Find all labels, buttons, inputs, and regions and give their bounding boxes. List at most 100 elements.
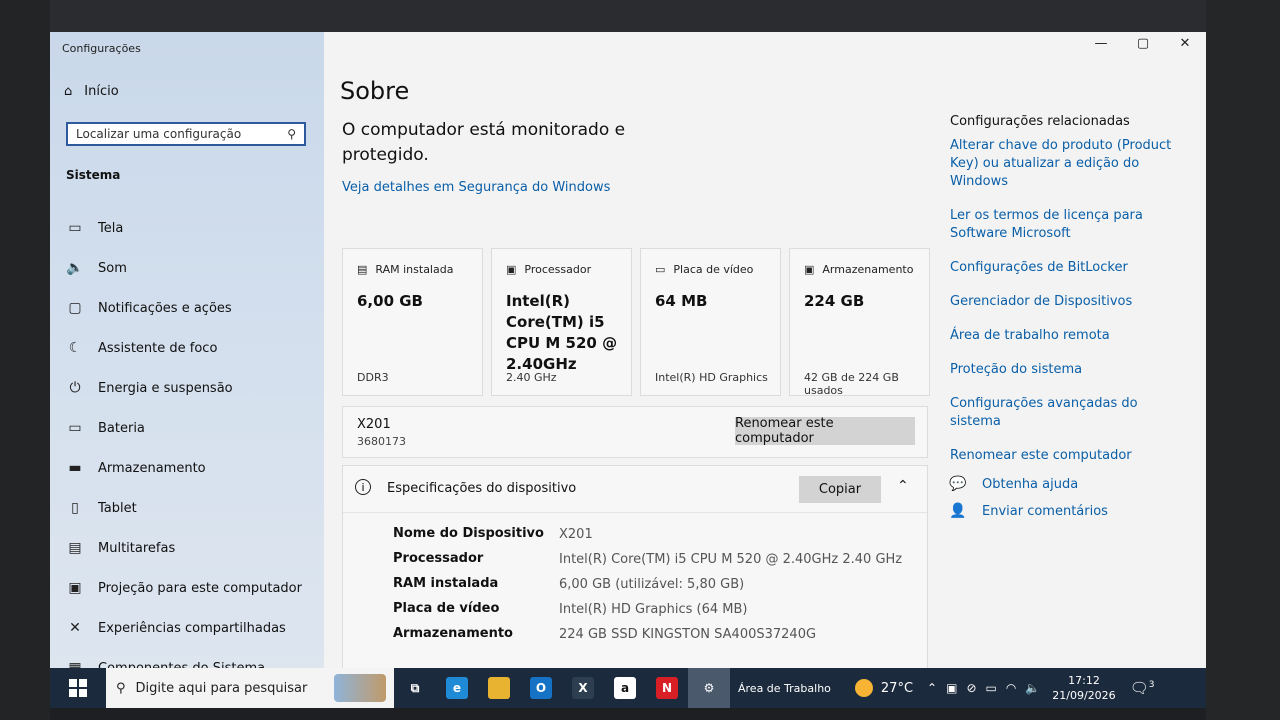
sidebar-item-label: Bateria bbox=[98, 420, 145, 436]
weather-widget[interactable]: 27°C bbox=[854, 679, 914, 697]
message-icon: ▢ bbox=[68, 300, 82, 316]
taskbar-search[interactable]: ⚲ Digite aqui para pesquisar bbox=[106, 668, 394, 708]
taskbar-app[interactable]: X bbox=[562, 668, 604, 708]
taskbar-app[interactable] bbox=[478, 668, 520, 708]
minimize-button[interactable]: — bbox=[1080, 32, 1122, 54]
search-input[interactable]: Localizar uma configuração ⚲ bbox=[66, 122, 306, 146]
security-link[interactable]: Veja detalhes em Segurança do Windows bbox=[342, 180, 610, 195]
desktop-label[interactable]: Área de Trabalho bbox=[738, 682, 831, 695]
monitor-bezel-left bbox=[0, 0, 50, 720]
copy-button[interactable]: Copiar bbox=[799, 476, 881, 503]
sidebar-item-9[interactable]: ▣ Projeção para este computador bbox=[66, 568, 316, 608]
sidebar-item-8[interactable]: ▤ Multitarefas bbox=[66, 528, 316, 568]
sun-icon bbox=[854, 679, 873, 697]
spec-card-value: Intel(R) Core(TM) i5 CPU M 520 @ 2.40GHz bbox=[506, 292, 618, 373]
sidebar: Configurações ⌂ Início Localizar uma con… bbox=[50, 32, 324, 676]
spec-card-value: 224 GB bbox=[804, 292, 865, 310]
spec-row: Nome do Dispositivo X201 bbox=[393, 526, 913, 543]
sidebar-item-5[interactable]: ▭ Bateria bbox=[66, 408, 316, 448]
taskbar-search-placeholder: Digite aqui para pesquisar bbox=[135, 680, 308, 696]
taskbar-app[interactable]: O bbox=[520, 668, 562, 708]
related-link[interactable]: Configurações avançadas do sistema bbox=[950, 395, 1190, 431]
spec-row: Processador Intel(R) Core(TM) i5 CPU M 52… bbox=[393, 551, 913, 568]
sidebar-item-1[interactable]: 🔈 Som bbox=[66, 248, 316, 288]
chevron-up-icon[interactable]: ⌃ bbox=[927, 681, 937, 695]
taskbar-app[interactable]: a bbox=[604, 668, 646, 708]
sidebar-item-7[interactable]: ▯ Tablet bbox=[66, 488, 316, 528]
spec-value: 224 GB SSD KINGSTON SA400S37240G bbox=[559, 627, 817, 642]
chevron-up-icon[interactable]: ⌃ bbox=[897, 478, 909, 494]
protection-status: O computador está monitorado e protegido… bbox=[342, 120, 626, 165]
related-link[interactable]: Área de trabalho remota bbox=[950, 327, 1190, 345]
spec-row: Armazenamento 224 GB SSD KINGSTON SA400S3… bbox=[393, 626, 913, 643]
related-link[interactable]: Ler os termos de licença para Software M… bbox=[950, 207, 1190, 243]
spec-value: Intel(R) Core(TM) i5 CPU M 520 @ 2.40GHz… bbox=[559, 552, 903, 567]
spec-card-label: RAM instalada bbox=[375, 263, 454, 276]
feedback-link[interactable]: 👤 Enviar comentários bbox=[949, 503, 1108, 519]
battery-icon: ▭ bbox=[68, 420, 82, 436]
sidebar-item-label: Multitarefas bbox=[98, 540, 176, 556]
sidebar-item-10[interactable]: ✕ Experiências compartilhadas bbox=[66, 608, 316, 648]
home-icon: ⌂ bbox=[64, 84, 73, 99]
maximize-button[interactable]: ▢ bbox=[1122, 32, 1164, 54]
sidebar-item-label: Tela bbox=[98, 220, 124, 236]
app-title: Configurações bbox=[62, 42, 141, 55]
sidebar-item-2[interactable]: ▢ Notificações e ações bbox=[66, 288, 316, 328]
main-content: — ▢ ✕ Sobre O computador está monitorado… bbox=[324, 32, 1206, 675]
pc-name-panel: X201 3680173 Renomear este computador bbox=[342, 406, 928, 458]
spec-key: RAM instalada bbox=[393, 576, 499, 591]
storage-icon: ▬ bbox=[68, 460, 82, 476]
amazon-icon: a bbox=[614, 677, 636, 699]
device-specs-header[interactable]: i Especificações do dispositivo Copiar ⌃ bbox=[343, 466, 927, 513]
related-title: Configurações relacionadas bbox=[950, 114, 1130, 129]
get-help-link[interactable]: 💬 Obtenha ajuda bbox=[949, 476, 1108, 492]
spec-value: Intel(R) HD Graphics (64 MB) bbox=[559, 602, 748, 617]
spec-card-label-row: ▤ RAM instalada bbox=[357, 263, 453, 276]
moon-icon: ☾ bbox=[68, 340, 82, 356]
temperature: 27°C bbox=[880, 680, 914, 696]
notification-icon[interactable]: 🗨3 bbox=[1130, 679, 1155, 697]
file-explorer-icon bbox=[488, 677, 510, 699]
nav-home[interactable]: ⌂ Início bbox=[64, 84, 119, 99]
multitask-icon: ▤ bbox=[68, 540, 82, 556]
monitor-bezel-right bbox=[1206, 0, 1280, 720]
sync-icon[interactable]: ⊘ bbox=[966, 681, 976, 695]
related-link[interactable]: Proteção do sistema bbox=[950, 361, 1190, 379]
nav-home-label: Início bbox=[84, 84, 119, 99]
taskbar-app[interactable]: ⚙ bbox=[688, 668, 730, 708]
sidebar-item-3[interactable]: ☾ Assistente de foco bbox=[66, 328, 316, 368]
wifi-icon[interactable]: ◠ bbox=[1006, 681, 1016, 695]
monitor-icon: ▭ bbox=[68, 220, 82, 236]
spec-value: X201 bbox=[559, 527, 593, 542]
clock[interactable]: 17:12 21/09/2026 bbox=[1052, 673, 1115, 703]
related-link[interactable]: Alterar chave do produto (Product Key) o… bbox=[950, 137, 1190, 191]
sidebar-item-label: Notificações e ações bbox=[98, 300, 232, 316]
spec-card-sub: Intel(R) HD Graphics bbox=[655, 371, 768, 384]
close-button[interactable]: ✕ bbox=[1164, 32, 1206, 54]
spec-card-sub: 42 GB de 224 GB usados bbox=[804, 371, 899, 397]
taskbar-app[interactable]: e bbox=[436, 668, 478, 708]
gpu-icon: ▭ bbox=[655, 263, 666, 276]
sidebar-item-0[interactable]: ▭ Tela bbox=[66, 208, 316, 248]
sidebar-item-4[interactable]: ⏻ Energia e suspensão bbox=[66, 368, 316, 408]
sidebar-item-6[interactable]: ▬ Armazenamento bbox=[66, 448, 316, 488]
battery-icon[interactable]: ▭ bbox=[986, 681, 997, 695]
nav-list: ▭ Tela 🔈 Som ▢ Notificações e ações ☾ Assistent… bbox=[66, 208, 316, 688]
start-button[interactable] bbox=[50, 668, 106, 708]
sidebar-item-label: Energia e suspensão bbox=[98, 380, 233, 396]
related-link[interactable]: Configurações de BitLocker bbox=[950, 259, 1190, 277]
taskbar-app[interactable]: ⧉ bbox=[394, 668, 436, 708]
related-link[interactable]: Renomear este computador bbox=[950, 447, 1190, 465]
cpu-icon: ▣ bbox=[506, 263, 517, 276]
volume-icon[interactable]: 🔈 bbox=[1025, 681, 1040, 695]
meet-icon[interactable]: ▣ bbox=[946, 681, 957, 695]
clock-time: 17:12 bbox=[1068, 674, 1100, 687]
pc-name: X201 bbox=[357, 417, 391, 432]
taskbar-app[interactable]: N bbox=[646, 668, 688, 708]
rename-button[interactable]: Renomear este computador bbox=[735, 416, 915, 446]
spec-card: ▣ Processador Intel(R) Core(TM) i5 CPU M 5… bbox=[491, 248, 632, 396]
outlook-icon: O bbox=[530, 677, 552, 699]
spec-rows: Nome do Dispositivo X201 Processador Intel(… bbox=[393, 526, 913, 651]
related-link[interactable]: Gerenciador de Dispositivos bbox=[950, 293, 1190, 311]
feedback-icon: 👤 bbox=[949, 503, 967, 519]
